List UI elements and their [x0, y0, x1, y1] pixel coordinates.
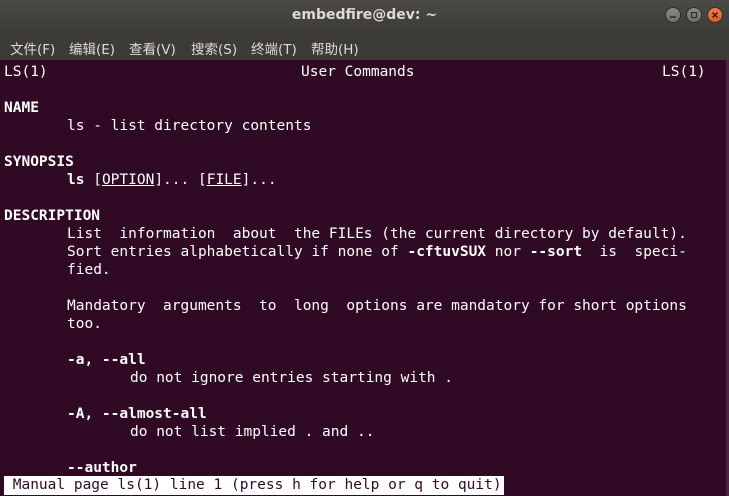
man-header-right: LS(1): [662, 64, 706, 80]
window-title: embedfire@dev: ~: [291, 7, 438, 23]
description-line-1: List information about the FILEs (the cu…: [67, 226, 687, 242]
terminal-window: embedfire@dev: ~ 文件(F) 编辑(E) 查看(V) 搜索(S)…: [0, 0, 729, 496]
menu-bar: 文件(F) 编辑(E) 查看(V) 搜索(S) 终端(T) 帮助(H): [0, 32, 729, 60]
desc-text-c: is speci‐: [582, 244, 687, 260]
menu-view[interactable]: 查看(V): [129, 38, 176, 58]
mandatory-line-2: too.: [67, 316, 102, 332]
option-all-description: do not ignore entries starting with .: [130, 370, 454, 386]
synopsis-option: OPTION: [101, 172, 155, 188]
synopsis-bracket-mid: ]... [: [154, 172, 207, 188]
synopsis-file: FILE: [206, 172, 242, 188]
close-button[interactable]: [707, 7, 723, 23]
title-bar[interactable]: embedfire@dev: ~: [0, 0, 729, 32]
name-description: ls - list directory contents: [67, 118, 312, 134]
menu-edit[interactable]: 编辑(E): [69, 38, 115, 58]
name-heading: NAME: [4, 100, 39, 116]
maximize-icon: [690, 11, 698, 19]
pager-status-line: Manual page ls(1) line 1 (press h for he…: [4, 476, 504, 495]
desc-option-cftuvsux: -cftuvSUX: [407, 244, 487, 260]
close-icon: [712, 12, 718, 18]
menu-help[interactable]: 帮助(H): [311, 38, 359, 58]
synopsis-bracket-end: ]...: [241, 172, 277, 188]
option-almost-all: -A, --almost-all: [67, 406, 207, 422]
desc-text-b: nor: [486, 244, 530, 260]
terminal-content[interactable]: LS(1) User Commands LS(1) NAME ls - list…: [0, 60, 729, 496]
menu-file[interactable]: 文件(F): [10, 38, 55, 58]
description-line-2: Sort entries alphabetically if none of -…: [67, 243, 687, 261]
desc-option-sort: --sort: [529, 244, 583, 260]
synopsis-line: ls [OPTION]... [FILE]...: [67, 171, 277, 189]
synopsis-command: ls: [67, 172, 85, 188]
desc-text-a: Sort entries alphabetically if none of: [67, 244, 408, 260]
option-all: -a, --all: [67, 352, 146, 368]
synopsis-bracket-open: [: [84, 172, 102, 188]
option-author: --author: [67, 460, 137, 476]
option-almost-all-description: do not list implied . and ..: [130, 424, 375, 440]
man-header-center: User Commands: [301, 64, 415, 80]
minimize-icon: [670, 16, 676, 18]
description-heading: DESCRIPTION: [4, 208, 101, 224]
menu-terminal[interactable]: 终端(T): [251, 38, 297, 58]
menu-search[interactable]: 搜索(S): [191, 38, 237, 58]
maximize-button[interactable]: [686, 7, 702, 23]
mandatory-line-1: Mandatory arguments to long options are …: [67, 298, 687, 314]
man-header-left: LS(1): [4, 64, 48, 80]
synopsis-heading: SYNOPSIS: [4, 154, 74, 170]
description-line-3: fied.: [67, 262, 111, 278]
window-controls: [665, 7, 723, 23]
minimize-button[interactable]: [665, 7, 681, 23]
